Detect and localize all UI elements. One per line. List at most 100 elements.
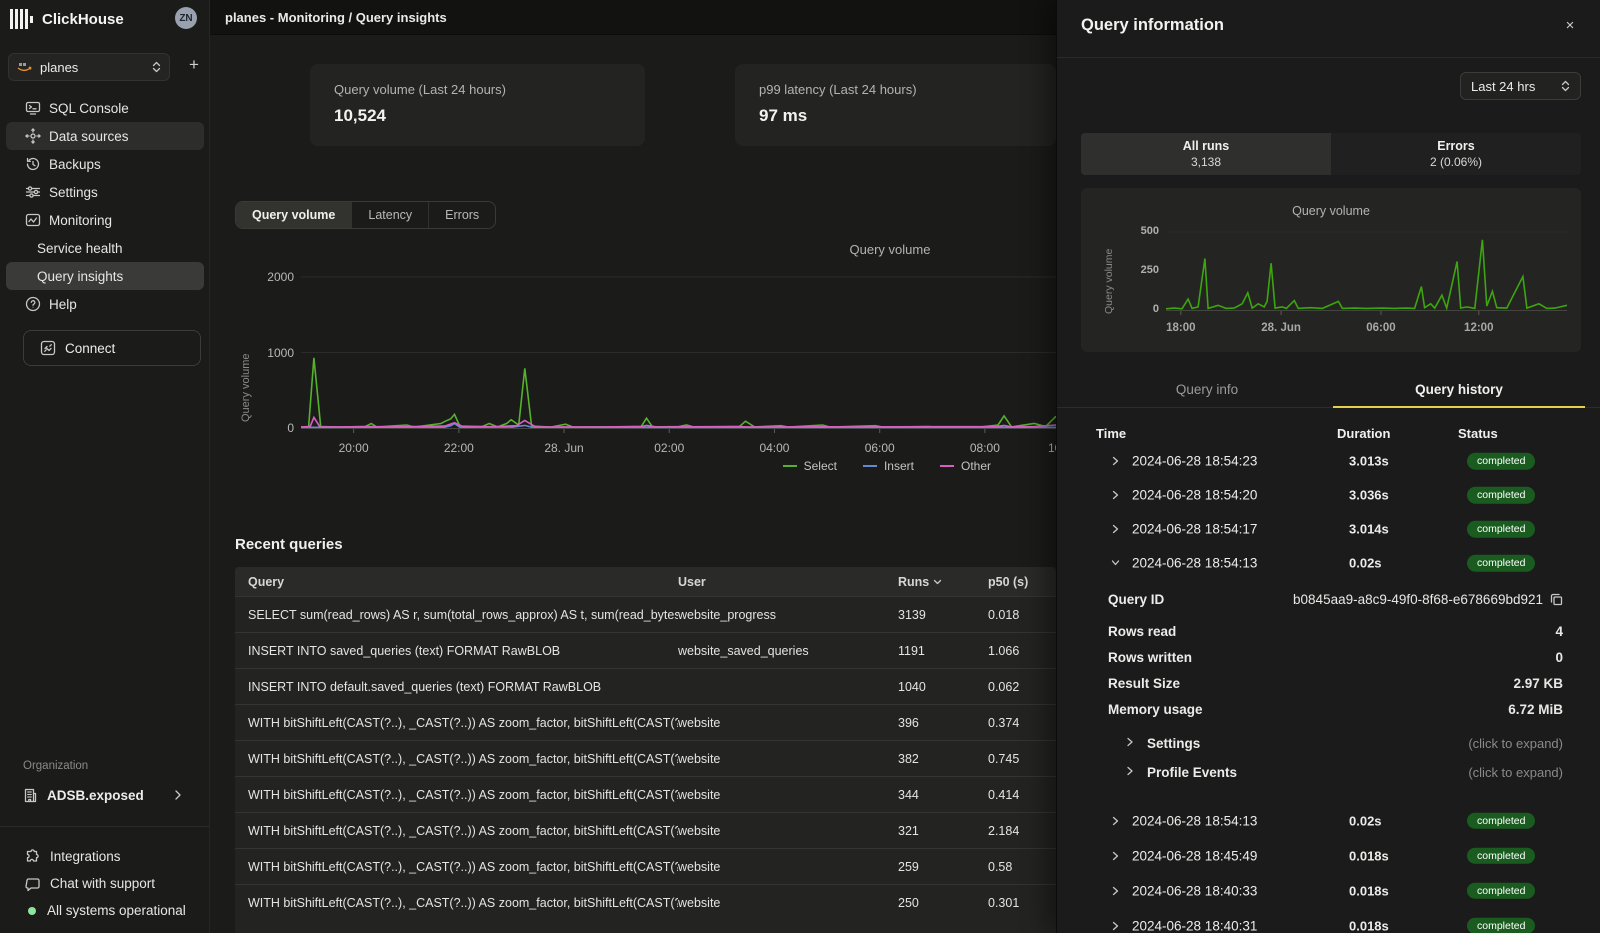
run-time: 2024-06-28 18:40:33 [1132, 883, 1257, 898]
history-row[interactable]: 2024-06-28 18:45:490.018scompleted [1057, 838, 1600, 873]
sql-console-icon [25, 100, 41, 116]
tab-latency[interactable]: Latency [351, 202, 428, 228]
table-row[interactable]: INSERT INTO default.saved_queries (text)… [235, 668, 1056, 704]
column-user[interactable]: User [678, 575, 898, 589]
history-row[interactable]: 2024-06-28 18:54:130.02scompleted [1057, 546, 1600, 580]
service-selector[interactable]: planes [8, 53, 170, 81]
cell-u: website [678, 896, 898, 910]
status-badge: completed [1467, 882, 1535, 899]
sidebar-item-settings[interactable]: Settings [6, 178, 204, 206]
cell-u: website_saved_queries [678, 644, 898, 658]
sidebar-item-service-health[interactable]: Service health [6, 234, 204, 262]
sidebar-item-sql-console[interactable]: SQL Console [6, 94, 204, 122]
sidebar-item-integrations[interactable]: Integrations [6, 843, 204, 870]
table-row[interactable]: WITH bitShiftLeft(CAST(?..), _CAST(?..))… [235, 884, 1056, 920]
add-service-button[interactable]: + [182, 55, 206, 75]
sidebar-item-backups[interactable]: Backups [6, 150, 204, 178]
user-avatar[interactable]: ZN [175, 7, 197, 29]
table-row[interactable]: WITH bitShiftLeft(CAST(?..), _CAST(?..))… [235, 704, 1056, 740]
close-icon[interactable]: × [1562, 17, 1578, 34]
column-time: Time [1096, 426, 1126, 441]
history-row[interactable]: 2024-06-28 18:54:130.02scompleted [1057, 803, 1600, 838]
recent-queries-table: Query User Runs p50 (s) SELECT sum(read_… [235, 567, 1056, 933]
table-header: Query User Runs p50 (s) [235, 567, 1056, 596]
sidebar-item-monitoring[interactable]: Monitoring [6, 206, 204, 234]
history-row[interactable]: 2024-06-28 18:40:330.018scompleted [1057, 873, 1600, 908]
x-tick-label: 28. Jun [544, 441, 583, 455]
y-tick-label: 250 [1141, 264, 1159, 276]
stat-value: 10,524 [334, 106, 621, 126]
status-badge: completed [1467, 453, 1535, 470]
sort-down-icon [933, 579, 942, 585]
table-row[interactable]: WITH bitShiftLeft(CAST(?..), _CAST(?..))… [235, 776, 1056, 812]
status-badge: completed [1467, 521, 1535, 538]
copy-icon[interactable] [1550, 593, 1563, 606]
column-runs[interactable]: Runs [898, 575, 988, 589]
history-row[interactable]: 2024-06-28 18:40:310.018scompleted [1057, 908, 1600, 933]
sidebar-item-help[interactable]: Help [6, 290, 204, 318]
organization-row[interactable]: ADSB.exposed [6, 781, 204, 809]
x-axis-ticks: 20:0022:0028. Jun02:0004:0006:0008:0010:… [301, 441, 1056, 455]
cell-n: 344 [898, 788, 988, 802]
run-duration: 3.014s [1349, 522, 1389, 537]
query-volume-chart[interactable] [301, 258, 1056, 434]
sidebar-item-data-sources[interactable]: Data sources [6, 122, 204, 150]
cell-p: 0.301 [988, 896, 1056, 910]
sidebar-item-label: Help [49, 297, 77, 312]
system-status-row[interactable]: All systems operational [6, 897, 204, 924]
legend-label: Select [804, 459, 837, 473]
table-row[interactable]: SELECT sum(read_rows) AS r, sum(total_ro… [235, 596, 1056, 632]
toggle-label: Errors [1437, 139, 1475, 153]
tab-query-history[interactable]: Query history [1333, 376, 1585, 408]
status-badge: completed [1467, 917, 1535, 933]
table-row[interactable]: WITH bitShiftLeft(CAST(?..), _CAST(?..))… [235, 812, 1056, 848]
chevron-right-icon [1111, 456, 1120, 466]
time-range-select[interactable]: Last 24 hrs [1460, 72, 1581, 100]
chevron-right-icon [1126, 737, 1134, 747]
sidebar-item-label: Settings [49, 185, 98, 200]
chevron-right-icon [1111, 851, 1120, 861]
run-time: 2024-06-28 18:40:31 [1132, 918, 1257, 933]
x-tick-label: 20:00 [339, 441, 369, 455]
chevron-right-icon [1111, 921, 1120, 931]
tab-query-info[interactable]: Query info [1081, 376, 1333, 408]
history-row[interactable]: 2024-06-28 18:54:233.013scompleted [1057, 444, 1600, 478]
tab-errors[interactable]: Errors [428, 202, 495, 228]
history-row[interactable]: 2024-06-28 18:54:203.036scompleted [1057, 478, 1600, 512]
column-p50[interactable]: p50 (s) [988, 575, 1056, 589]
toggle-all-runs[interactable]: All runs 3,138 [1081, 133, 1331, 175]
table-row[interactable]: WITH bitShiftLeft(CAST(?..), _CAST(?..))… [235, 740, 1056, 776]
column-query[interactable]: Query [248, 575, 678, 589]
toggle-errors[interactable]: Errors 2 (0.06%) [1331, 133, 1581, 175]
sidebar-item-query-insights[interactable]: Query insights [6, 262, 204, 290]
toggle-value: 2 (0.06%) [1430, 155, 1482, 169]
cell-q: WITH bitShiftLeft(CAST(?..), _CAST(?..))… [248, 788, 678, 802]
top-bar: planes - Monitoring / Query insights [210, 0, 1056, 35]
history-row[interactable]: 2024-06-28 18:54:173.014scompleted [1057, 512, 1600, 546]
detail-label: Rows read [1108, 624, 1176, 639]
series-select [301, 358, 1056, 427]
query-history-rows: 2024-06-28 18:54:233.013scompleted2024-0… [1057, 444, 1600, 580]
sidebar-item-chat-support[interactable]: Chat with support [6, 870, 204, 897]
legend-item-other[interactable]: Other [940, 459, 991, 473]
run-time: 2024-06-28 18:54:13 [1132, 813, 1257, 828]
organization-name: ADSB.exposed [47, 788, 165, 803]
cell-u: website [678, 752, 898, 766]
tab-query-volume[interactable]: Query volume [236, 202, 351, 228]
legend-item-insert[interactable]: Insert [863, 459, 914, 473]
legend-swatch [863, 465, 877, 467]
sidebar-item-label: Query insights [37, 269, 123, 284]
legend-item-select[interactable]: Select [783, 459, 837, 473]
connect-button[interactable]: Connect [23, 330, 201, 366]
mini-query-volume-chart[interactable] [1166, 222, 1567, 318]
footer-item-label: Integrations [50, 849, 121, 864]
run-duration: 0.02s [1349, 813, 1382, 828]
table-row[interactable]: INSERT INTO saved_queries (text) FORMAT … [235, 632, 1056, 668]
column-duration: Duration [1337, 426, 1390, 441]
series-other [301, 417, 1056, 427]
breadcrumb: planes - Monitoring / Query insights [225, 10, 447, 25]
expander-label: Profile Events [1147, 765, 1237, 780]
table-row[interactable]: WITH bitShiftLeft(CAST(?..), _CAST(?..))… [235, 848, 1056, 884]
integrations-icon [25, 849, 41, 865]
panel-divider [1057, 57, 1600, 58]
